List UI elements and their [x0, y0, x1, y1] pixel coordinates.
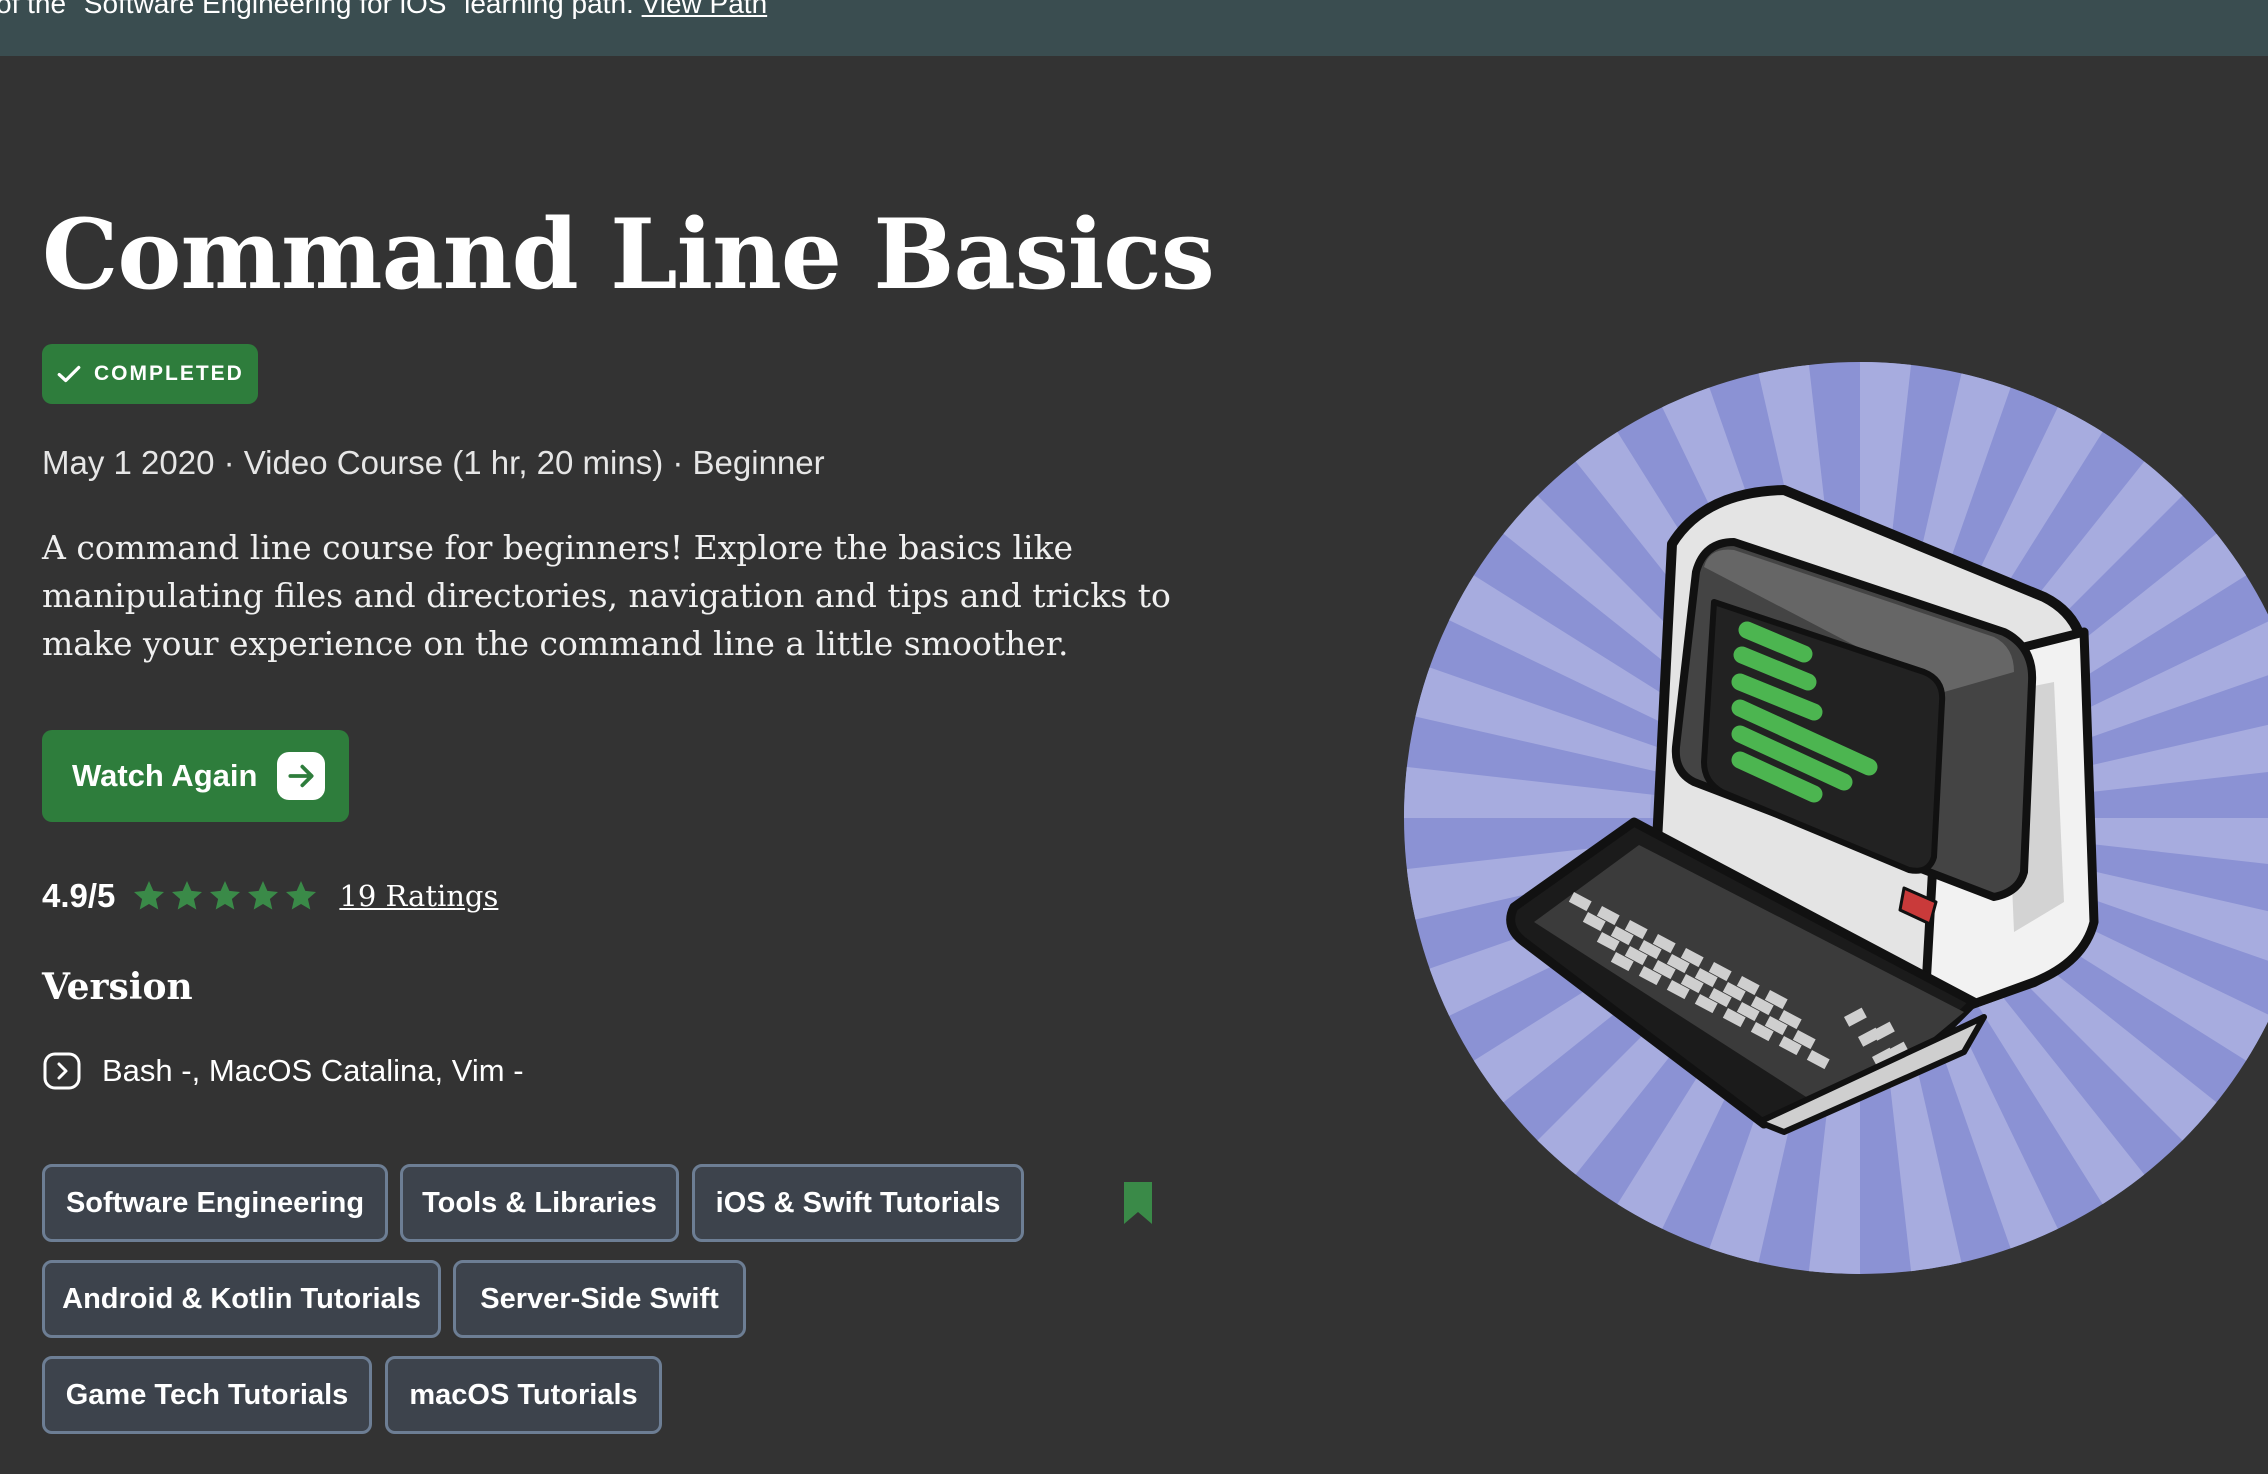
rating-stars	[131, 878, 321, 914]
version-heading: Version	[42, 966, 193, 1008]
course-meta: May 1 2020 · Video Course (1 hr, 20 mins…	[42, 444, 825, 481]
star-icon	[172, 881, 203, 910]
version-info: Bash -, MacOS Catalina, Vim -	[42, 1050, 524, 1092]
star-icon	[134, 881, 165, 910]
learning-path-banner: of the "Software Engineering for iOS" le…	[0, 0, 2268, 56]
tag-macos-tutorials[interactable]: macOS Tutorials	[385, 1356, 662, 1434]
course-illustration	[1404, 362, 2268, 1274]
tag-android-kotlin-tutorials[interactable]: Android & Kotlin Tutorials	[42, 1260, 441, 1338]
view-path-link[interactable]: View Path	[642, 0, 768, 19]
version-value: Bash -, MacOS Catalina, Vim -	[102, 1053, 524, 1088]
tag-ios-swift-tutorials[interactable]: iOS & Swift Tutorials	[692, 1164, 1024, 1242]
rating-score: 4.9/5	[42, 877, 116, 914]
watch-again-label: Watch Again	[72, 758, 258, 793]
star-icon	[210, 881, 241, 910]
chevron-right-circle-icon	[43, 1052, 81, 1090]
completed-badge: COMPLETED	[42, 344, 258, 404]
star-icon	[248, 881, 279, 910]
star-icon	[286, 881, 317, 910]
tag-software-engineering[interactable]: Software Engineering	[42, 1164, 388, 1242]
watch-again-button[interactable]: Watch Again	[42, 730, 349, 822]
tag-tools-libraries[interactable]: Tools & Libraries	[400, 1164, 679, 1242]
tag-game-tech-tutorials[interactable]: Game Tech Tutorials	[42, 1356, 372, 1434]
rating-summary: 4.9/5 19 Ratings	[42, 872, 498, 920]
checkmark-icon	[57, 365, 81, 383]
banner-text: of the "Software Engineering for iOS" le…	[0, 0, 634, 19]
page-title: Command Line Basics	[42, 198, 1215, 311]
badge-label: COMPLETED	[94, 362, 244, 385]
course-description: A command line course for beginners! Exp…	[42, 528, 1171, 663]
ratings-count-link[interactable]: 19 Ratings	[339, 879, 498, 913]
bookmark-icon[interactable]	[1122, 1182, 1154, 1224]
arrow-right-icon	[277, 752, 326, 800]
tag-server-side-swift[interactable]: Server-Side Swift	[453, 1260, 746, 1338]
